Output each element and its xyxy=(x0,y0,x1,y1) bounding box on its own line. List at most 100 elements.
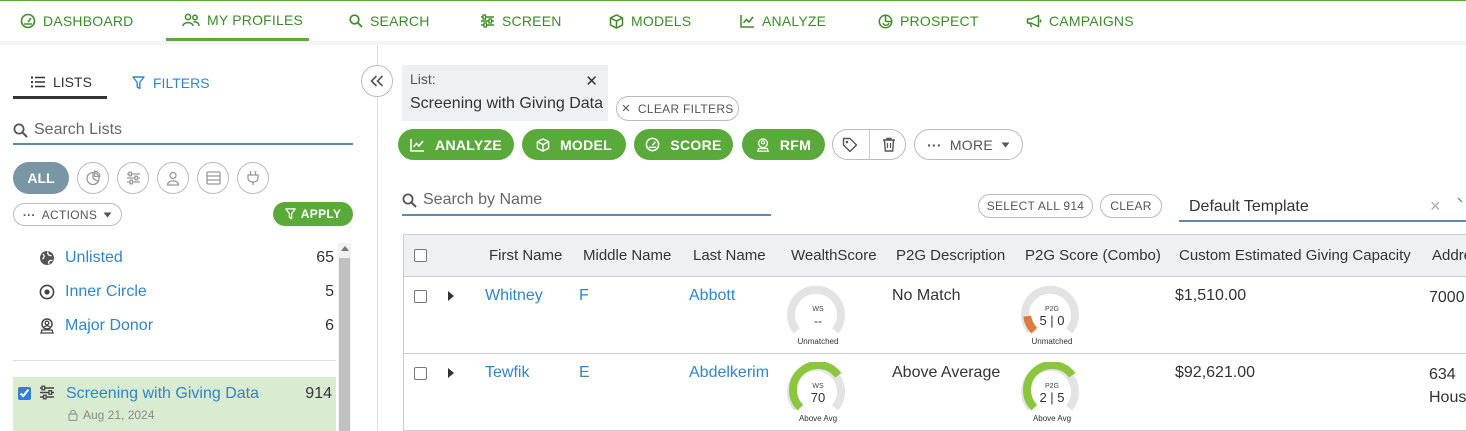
cube-icon xyxy=(609,13,624,29)
clear-selection-button[interactable]: CLEAR xyxy=(1100,194,1162,218)
chevron-down-icon[interactable] xyxy=(1457,196,1466,204)
rfm-button[interactable]: RFM xyxy=(742,129,825,160)
filter-type-plug[interactable] xyxy=(237,162,269,194)
filter-type-person[interactable] xyxy=(157,162,189,194)
lock-icon xyxy=(68,409,78,421)
nav-prospect-label: PROSPECT xyxy=(900,13,979,29)
gauge-caption: Unmatched xyxy=(1032,337,1073,346)
filter-all-pill[interactable]: ALL xyxy=(13,162,69,194)
collapse-sidebar-button[interactable] xyxy=(361,65,393,97)
column-header-address[interactable]: Addre xyxy=(1432,247,1466,264)
list-item[interactable]: Major Donor 6 xyxy=(39,313,334,339)
apply-button[interactable]: APPLY xyxy=(273,202,353,226)
column-header-middle-name[interactable]: Middle Name xyxy=(583,247,671,264)
list-item-name[interactable]: Unlisted xyxy=(65,249,123,267)
nav-campaigns[interactable]: CAMPAIGNS xyxy=(1026,1,1134,41)
expand-row-icon[interactable] xyxy=(448,368,454,378)
wealthscore-gauge: WS 70 Above Avg xyxy=(787,362,845,423)
nav-my-profiles[interactable]: MY PROFILES xyxy=(166,1,309,41)
tab-filters[interactable]: FILTERS xyxy=(132,67,210,99)
actions-label: ACTIONS xyxy=(41,207,98,222)
filter-type-table[interactable] xyxy=(197,162,229,194)
plug-icon xyxy=(247,171,259,185)
cell-first-name[interactable]: Whitney xyxy=(485,287,543,305)
list-scrollbar[interactable] xyxy=(338,243,351,431)
template-select-value: Default Template xyxy=(1189,198,1309,215)
tag-icon[interactable] xyxy=(842,137,858,153)
column-header-giving-capacity[interactable]: Custom Estimated Giving Capacity xyxy=(1179,247,1411,264)
close-icon[interactable]: ✕ xyxy=(585,72,598,90)
nav-analyze[interactable]: ANALYZE xyxy=(740,1,826,41)
score-button[interactable]: SCORE xyxy=(634,129,733,160)
list-item-name[interactable]: Major Donor xyxy=(65,317,153,335)
nav-search[interactable]: SEARCH xyxy=(349,1,430,41)
filter-type-sliders[interactable] xyxy=(117,162,149,194)
column-header-first-name[interactable]: First Name xyxy=(489,247,562,264)
more-label: MORE xyxy=(949,136,994,153)
profiles-table: First Name Middle Name Last Name WealthS… xyxy=(403,234,1466,431)
list-item-name[interactable]: Inner Circle xyxy=(65,283,147,301)
gauge-title: P2G xyxy=(1045,383,1059,390)
table-header: First Name Middle Name Last Name WealthS… xyxy=(404,235,1466,277)
score-label: SCORE xyxy=(670,136,722,153)
apply-label: APPLY xyxy=(300,207,342,221)
list-chip-value: Screening with Giving Data xyxy=(410,95,603,112)
cell-last-name[interactable]: Abbott xyxy=(689,287,735,305)
expand-row-icon[interactable] xyxy=(448,291,454,301)
row-checkbox[interactable] xyxy=(414,367,427,380)
trash-icon[interactable] xyxy=(882,137,896,152)
select-all-checkbox[interactable] xyxy=(414,249,427,262)
more-dropdown[interactable]: ··· MORE xyxy=(914,129,1023,160)
gauge-caption: Unmatched xyxy=(798,337,839,346)
address-line: Hous xyxy=(1429,389,1466,406)
wealthscore-gauge: WS -- Unmatched xyxy=(787,285,845,346)
gauge-value: 70 xyxy=(811,390,825,405)
selected-list-checkbox[interactable] xyxy=(18,387,31,400)
list-item[interactable]: Unlisted 65 xyxy=(39,245,334,271)
donor-icon xyxy=(756,137,769,152)
clear-icon[interactable]: × xyxy=(1430,196,1441,217)
close-icon: ✕ xyxy=(621,103,631,115)
tab-lists[interactable]: LISTS xyxy=(13,67,107,99)
list-item[interactable]: Inner Circle 5 xyxy=(39,279,334,305)
pie-chart-icon xyxy=(86,170,101,186)
caret-down-icon xyxy=(103,212,112,217)
cell-middle-name[interactable]: F xyxy=(579,287,589,305)
nav-models[interactable]: MODELS xyxy=(609,1,691,41)
model-button[interactable]: MODEL xyxy=(522,129,626,160)
cell-last-name[interactable]: Abdelkerim xyxy=(689,364,769,382)
row-checkbox[interactable] xyxy=(414,290,427,303)
scroll-thumb[interactable] xyxy=(339,258,350,431)
cell-giving-capacity: $1,510.00 xyxy=(1175,287,1247,304)
column-header-p2g-description[interactable]: P2G Description xyxy=(896,247,1005,264)
table-icon xyxy=(205,171,221,185)
filter-type-pie[interactable] xyxy=(77,162,109,194)
nav-prospect[interactable]: PROSPECT xyxy=(878,1,979,41)
selected-list-count: 914 xyxy=(305,385,332,402)
column-header-last-name[interactable]: Last Name xyxy=(693,247,766,264)
actions-dropdown[interactable]: ··· ACTIONS xyxy=(13,203,122,226)
analyze-button[interactable]: ANALYZE xyxy=(398,129,514,160)
selected-list-item[interactable]: Screening with Giving Data 914 Aug 21, 2… xyxy=(13,377,336,431)
column-header-p2g-score[interactable]: P2G Score (Combo) xyxy=(1025,247,1161,264)
list-divider xyxy=(13,360,336,361)
globe-icon xyxy=(40,251,54,265)
scroll-up-icon[interactable] xyxy=(341,246,349,251)
table-row: Tewfik E Abdelkerim WS 70 Above Avg Abov… xyxy=(404,354,1466,431)
nav-dashboard[interactable]: DASHBOARD xyxy=(20,1,133,41)
select-all-button[interactable]: SELECT ALL 914 xyxy=(978,194,1093,218)
column-header-wealthscore[interactable]: WealthScore xyxy=(791,247,877,264)
clear-filters-button[interactable]: ✕ CLEAR FILTERS xyxy=(616,96,739,121)
gauge-caption: Above Avg xyxy=(799,414,837,423)
cell-address: 634 Hous xyxy=(1429,363,1466,409)
template-select[interactable]: Default Template × xyxy=(1179,192,1466,222)
tab-filters-label: FILTERS xyxy=(153,75,210,91)
cell-p2g-description: No Match xyxy=(892,287,961,304)
gauge-value: 2 | 5 xyxy=(1039,390,1064,405)
search-lists-input[interactable] xyxy=(32,120,332,140)
nav-screen[interactable]: SCREEN xyxy=(480,1,562,41)
cell-middle-name[interactable]: E xyxy=(579,364,590,382)
cell-first-name[interactable]: Tewfik xyxy=(485,364,529,382)
selected-list-name[interactable]: Screening with Giving Data xyxy=(66,385,259,403)
search-by-name-input[interactable] xyxy=(421,190,751,210)
